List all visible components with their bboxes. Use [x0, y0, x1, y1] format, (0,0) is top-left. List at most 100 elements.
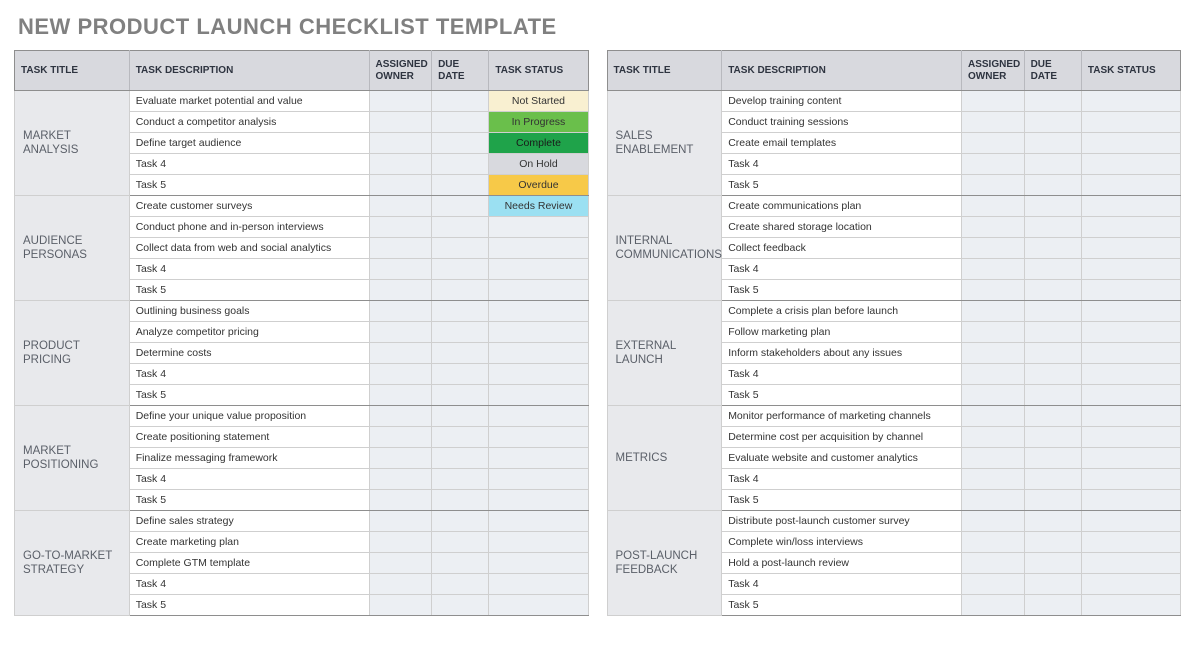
assigned-owner-cell[interactable] [369, 196, 432, 217]
due-date-cell[interactable] [1024, 469, 1081, 490]
due-date-cell[interactable] [432, 112, 489, 133]
due-date-cell[interactable] [1024, 574, 1081, 595]
assigned-owner-cell[interactable] [962, 427, 1025, 448]
task-status-cell[interactable] [489, 427, 588, 448]
assigned-owner-cell[interactable] [962, 259, 1025, 280]
assigned-owner-cell[interactable] [962, 112, 1025, 133]
assigned-owner-cell[interactable] [369, 364, 432, 385]
due-date-cell[interactable] [1024, 280, 1081, 301]
due-date-cell[interactable] [432, 469, 489, 490]
assigned-owner-cell[interactable] [369, 469, 432, 490]
due-date-cell[interactable] [432, 301, 489, 322]
assigned-owner-cell[interactable] [962, 91, 1025, 112]
assigned-owner-cell[interactable] [962, 511, 1025, 532]
due-date-cell[interactable] [1024, 553, 1081, 574]
due-date-cell[interactable] [1024, 259, 1081, 280]
due-date-cell[interactable] [1024, 196, 1081, 217]
due-date-cell[interactable] [1024, 175, 1081, 196]
task-status-cell[interactable] [489, 595, 588, 616]
assigned-owner-cell[interactable] [962, 364, 1025, 385]
task-status-cell[interactable]: Complete [489, 133, 588, 154]
assigned-owner-cell[interactable] [369, 448, 432, 469]
assigned-owner-cell[interactable] [962, 343, 1025, 364]
task-status-cell[interactable]: On Hold [489, 154, 588, 175]
assigned-owner-cell[interactable] [962, 196, 1025, 217]
assigned-owner-cell[interactable] [369, 280, 432, 301]
due-date-cell[interactable] [432, 532, 489, 553]
due-date-cell[interactable] [1024, 91, 1081, 112]
assigned-owner-cell[interactable] [962, 406, 1025, 427]
task-status-cell[interactable] [1081, 133, 1180, 154]
assigned-owner-cell[interactable] [369, 343, 432, 364]
task-status-cell[interactable] [1081, 385, 1180, 406]
task-status-cell[interactable] [1081, 511, 1180, 532]
due-date-cell[interactable] [432, 427, 489, 448]
due-date-cell[interactable] [1024, 490, 1081, 511]
task-status-cell[interactable] [1081, 259, 1180, 280]
due-date-cell[interactable] [432, 343, 489, 364]
assigned-owner-cell[interactable] [369, 175, 432, 196]
due-date-cell[interactable] [432, 553, 489, 574]
due-date-cell[interactable] [1024, 406, 1081, 427]
assigned-owner-cell[interactable] [962, 448, 1025, 469]
task-status-cell[interactable] [1081, 196, 1180, 217]
due-date-cell[interactable] [1024, 301, 1081, 322]
task-status-cell[interactable] [489, 511, 588, 532]
assigned-owner-cell[interactable] [369, 301, 432, 322]
due-date-cell[interactable] [1024, 595, 1081, 616]
assigned-owner-cell[interactable] [369, 154, 432, 175]
due-date-cell[interactable] [1024, 385, 1081, 406]
task-status-cell[interactable] [489, 532, 588, 553]
task-status-cell[interactable] [1081, 112, 1180, 133]
due-date-cell[interactable] [432, 154, 489, 175]
assigned-owner-cell[interactable] [369, 553, 432, 574]
task-status-cell[interactable] [1081, 175, 1180, 196]
task-status-cell[interactable] [1081, 574, 1180, 595]
due-date-cell[interactable] [1024, 448, 1081, 469]
due-date-cell[interactable] [432, 91, 489, 112]
task-status-cell[interactable] [489, 280, 588, 301]
due-date-cell[interactable] [1024, 217, 1081, 238]
assigned-owner-cell[interactable] [369, 91, 432, 112]
assigned-owner-cell[interactable] [962, 553, 1025, 574]
assigned-owner-cell[interactable] [962, 574, 1025, 595]
task-status-cell[interactable]: Overdue [489, 175, 588, 196]
assigned-owner-cell[interactable] [369, 238, 432, 259]
assigned-owner-cell[interactable] [369, 133, 432, 154]
due-date-cell[interactable] [432, 595, 489, 616]
task-status-cell[interactable] [489, 490, 588, 511]
task-status-cell[interactable] [489, 217, 588, 238]
task-status-cell[interactable] [1081, 238, 1180, 259]
due-date-cell[interactable] [432, 385, 489, 406]
task-status-cell[interactable] [1081, 364, 1180, 385]
task-status-cell[interactable] [1081, 343, 1180, 364]
task-status-cell[interactable] [1081, 406, 1180, 427]
task-status-cell[interactable] [1081, 280, 1180, 301]
due-date-cell[interactable] [432, 133, 489, 154]
task-status-cell[interactable] [1081, 490, 1180, 511]
due-date-cell[interactable] [1024, 364, 1081, 385]
due-date-cell[interactable] [1024, 343, 1081, 364]
assigned-owner-cell[interactable] [369, 532, 432, 553]
task-status-cell[interactable] [489, 553, 588, 574]
task-status-cell[interactable] [1081, 322, 1180, 343]
due-date-cell[interactable] [432, 490, 489, 511]
task-status-cell[interactable]: In Progress [489, 112, 588, 133]
due-date-cell[interactable] [432, 175, 489, 196]
task-status-cell[interactable] [1081, 154, 1180, 175]
due-date-cell[interactable] [1024, 238, 1081, 259]
assigned-owner-cell[interactable] [962, 532, 1025, 553]
assigned-owner-cell[interactable] [369, 406, 432, 427]
task-status-cell[interactable] [1081, 217, 1180, 238]
task-status-cell[interactable] [489, 448, 588, 469]
assigned-owner-cell[interactable] [962, 469, 1025, 490]
assigned-owner-cell[interactable] [962, 280, 1025, 301]
due-date-cell[interactable] [432, 511, 489, 532]
task-status-cell[interactable] [489, 364, 588, 385]
due-date-cell[interactable] [1024, 532, 1081, 553]
task-status-cell[interactable] [489, 322, 588, 343]
task-status-cell[interactable] [1081, 427, 1180, 448]
assigned-owner-cell[interactable] [962, 217, 1025, 238]
due-date-cell[interactable] [432, 280, 489, 301]
task-status-cell[interactable] [489, 301, 588, 322]
